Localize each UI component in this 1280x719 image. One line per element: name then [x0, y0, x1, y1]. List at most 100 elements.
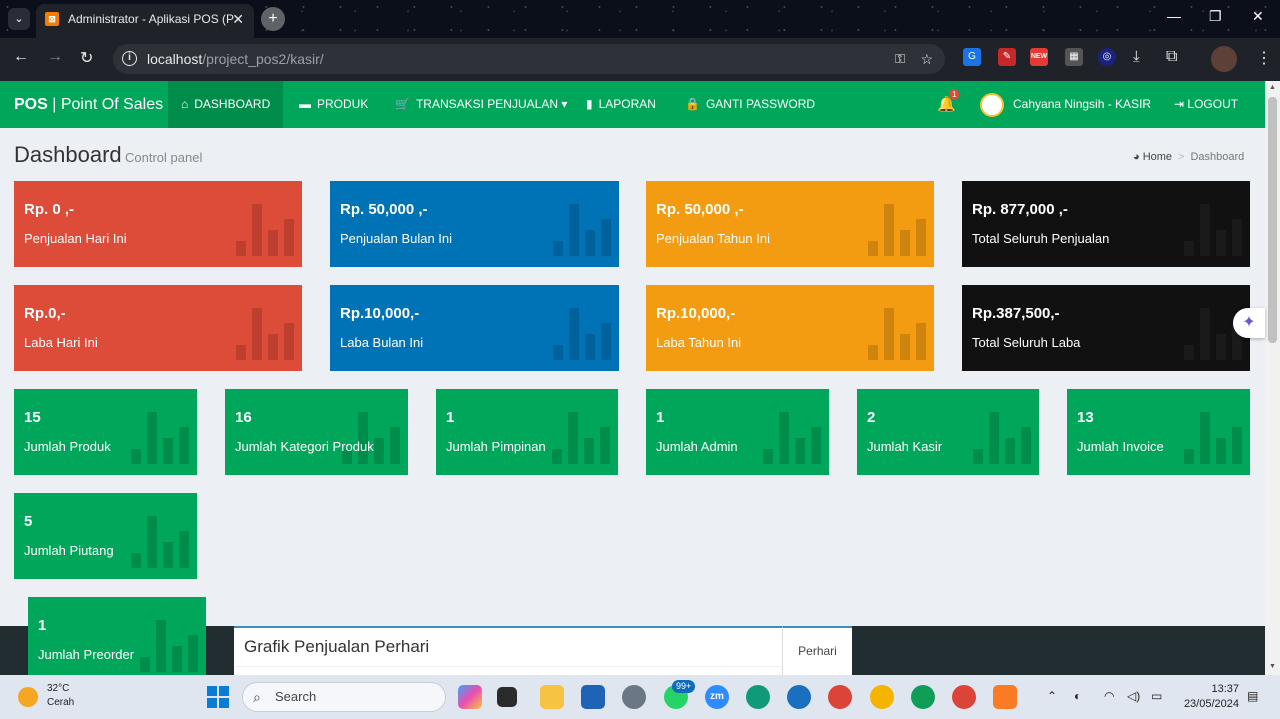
chrome-alt-icon[interactable]	[911, 685, 935, 709]
close-tab-icon[interactable]: ✕	[232, 4, 244, 34]
stat-box-jumlah-kasir[interactable]: 2 Jumlah Kasir	[857, 389, 1039, 475]
file-icon: ▮	[586, 97, 593, 111]
edge-browser-icon[interactable]	[746, 685, 770, 709]
stat-value: 13	[1077, 409, 1094, 426]
chrome-icon[interactable]	[828, 685, 852, 709]
stat-box-jumlah-piutang[interactable]: 5 Jumlah Piutang	[14, 493, 197, 579]
bar-chart-icon	[1184, 204, 1242, 256]
stat-box-jumlah-invoice[interactable]: 13 Jumlah Invoice	[1067, 389, 1250, 475]
stat-box-laba-hari[interactable]: Rp.0,- Laba Hari Ini	[14, 285, 302, 371]
red-extension-icon[interactable]: ✎	[998, 48, 1016, 66]
stat-box-jumlah-preorder[interactable]: 1 Jumlah Preorder	[28, 597, 206, 675]
nav-transaksi-penjualan[interactable]: 🛒 TRANSAKSI PENJUALAN ▾	[382, 81, 580, 128]
user-avatar[interactable]	[980, 93, 1004, 117]
stat-box-jumlah-admin[interactable]: 1 Jumlah Admin	[646, 389, 829, 475]
nav-produk[interactable]: ▬ PRODUK	[286, 81, 381, 128]
volume-icon[interactable]: ◁)	[1127, 689, 1140, 703]
new-extension-icon[interactable]: NEW	[1030, 48, 1048, 66]
system-clock[interactable]: 13:37 23/05/2024	[1181, 682, 1239, 712]
bar-chart-icon	[552, 412, 610, 464]
stat-box-jumlah-kategori[interactable]: 16 Jumlah Kategori Produk	[225, 389, 408, 475]
tab-search-button[interactable]: ⌄	[8, 8, 30, 30]
stat-box-jumlah-pimpinan[interactable]: 1 Jumlah Pimpinan	[436, 389, 618, 475]
nav-label: TRANSAKSI PENJUALAN	[415, 97, 558, 111]
page-title: Dashboard	[14, 142, 122, 167]
stat-box-laba-bulan[interactable]: Rp.10,000,- Laba Bulan Ini	[330, 285, 619, 371]
search-icon: ⌕	[253, 689, 261, 705]
reload-icon[interactable]: ↻	[80, 48, 93, 68]
brand-logo[interactable]: POS | Point Of Sales	[14, 81, 163, 128]
stat-box-laba-tahun[interactable]: Rp.10,000,- Laba Tahun Ini	[646, 285, 934, 371]
stat-value: 16	[235, 409, 252, 426]
forward-icon[interactable]: →	[47, 48, 63, 66]
microsoft-store-icon[interactable]	[581, 685, 605, 709]
chrome-third-icon[interactable]	[952, 685, 976, 709]
scroll-down-arrow-icon[interactable]: ▼	[1269, 663, 1276, 670]
nav-laporan[interactable]: ▮ LAPORAN	[573, 81, 669, 128]
zoom-icon[interactable]: zm	[705, 685, 729, 709]
breadcrumb-home[interactable]: Home	[1143, 151, 1172, 163]
extensions-puzzle-icon[interactable]: ⧉	[1166, 48, 1177, 66]
browser-toolbar: ← → ↻ i localhost/project_pos2/kasir/ ⚿ …	[0, 38, 1280, 81]
file-explorer-icon[interactable]	[540, 685, 564, 709]
nav-label: PRODUK	[317, 97, 369, 111]
notification-bell-icon[interactable]: 🔔 1	[937, 89, 960, 113]
translate-extension-icon[interactable]: G	[963, 48, 981, 66]
search-placeholder: Search	[275, 689, 317, 704]
taskbar-search[interactable]: ⌕ Search	[242, 682, 446, 712]
tray-security-icon[interactable]: ◐	[1074, 689, 1081, 703]
stat-box-penjualan-bulan[interactable]: Rp. 50,000 ,- Penjualan Bulan Ini	[330, 181, 619, 267]
weather-condition: Cerah	[47, 697, 75, 708]
copilot-icon[interactable]	[458, 685, 482, 709]
task-view-icon[interactable]	[497, 687, 517, 707]
stat-label: Jumlah Preorder	[38, 647, 135, 662]
stat-box-total-penjualan[interactable]: Rp. 877,000 ,- Total Seluruh Penjualan	[962, 181, 1250, 267]
extension-grid-icon[interactable]: ▦	[1065, 48, 1083, 66]
stat-label: Jumlah Piutang	[24, 543, 114, 558]
edge-dev-icon[interactable]	[787, 685, 811, 709]
browser-tab[interactable]: ⊠ Administrator - Aplikasi POS (P ✕	[36, 4, 254, 38]
scroll-up-arrow-icon[interactable]: ▲	[1269, 84, 1276, 91]
stat-box-penjualan-hari[interactable]: Rp. 0 ,- Penjualan Hari Ini	[14, 181, 302, 267]
window-close-icon[interactable]: ✕	[1252, 8, 1264, 25]
sparkle-assistant-icon[interactable]: ✦	[1233, 308, 1265, 338]
stat-box-penjualan-tahun[interactable]: Rp. 50,000 ,- Penjualan Tahun Ini	[646, 181, 934, 267]
profile-avatar[interactable]	[1211, 46, 1237, 72]
notification-center-icon[interactable]: ▤	[1247, 689, 1258, 703]
battery-icon[interactable]: ▭	[1151, 689, 1162, 703]
windows-start-icon[interactable]	[207, 686, 229, 708]
settings-gear-icon[interactable]	[622, 685, 646, 709]
restore-icon[interactable]: ❐	[1209, 8, 1222, 25]
minimize-icon[interactable]: —	[1167, 8, 1181, 24]
tray-overflow-icon[interactable]: ⌃	[1047, 689, 1057, 703]
bar-chart-icon	[1184, 412, 1242, 464]
stat-label: Laba Tahun Ini	[656, 335, 742, 350]
stat-label: Total Seluruh Penjualan	[972, 231, 1110, 246]
site-info-icon[interactable]: i	[122, 51, 137, 66]
logout-link[interactable]: ⇥ LOGOUT	[1174, 81, 1238, 128]
stat-label: Penjualan Bulan Ini	[340, 231, 453, 246]
download-icon[interactable]: ⤓	[1133, 48, 1140, 65]
stat-label: Jumlah Produk	[24, 439, 111, 454]
back-icon[interactable]: ←	[13, 48, 29, 66]
bar-chart-icon	[131, 516, 189, 568]
xampp-icon[interactable]	[993, 685, 1017, 709]
notification-badge: 1	[949, 89, 960, 100]
wifi-icon[interactable]: ◠	[1104, 689, 1114, 703]
extension-circle-icon[interactable]: ◎	[1098, 48, 1116, 66]
stat-box-jumlah-produk[interactable]: 15 Jumlah Produk	[14, 389, 197, 475]
nav-dashboard[interactable]: ⌂ DASHBOARD	[168, 81, 284, 128]
nav-ganti-password[interactable]: 🔒 GANTI PASSWORD	[672, 81, 828, 128]
new-tab-button[interactable]: +	[261, 7, 285, 31]
stat-box-total-laba[interactable]: Rp.387,500,- Total Seluruh Laba	[962, 285, 1250, 371]
stat-label: Laba Bulan Ini	[340, 335, 424, 350]
tab-perhari[interactable]: Perhari	[782, 626, 852, 677]
password-key-icon[interactable]: ⚿	[895, 44, 905, 74]
page-scrollbar[interactable]: ▲ ▼	[1265, 81, 1280, 675]
user-name[interactable]: Cahyana Ningsih - KASIR	[1013, 81, 1151, 128]
bookmark-star-icon[interactable]: ☆	[920, 44, 933, 74]
chrome-profile-icon[interactable]	[870, 685, 894, 709]
browser-menu-icon[interactable]: ⋮	[1256, 48, 1272, 68]
address-bar[interactable]: i localhost/project_pos2/kasir/ ⚿ ☆	[113, 44, 945, 74]
scrollbar-thumb[interactable]	[1268, 97, 1277, 343]
